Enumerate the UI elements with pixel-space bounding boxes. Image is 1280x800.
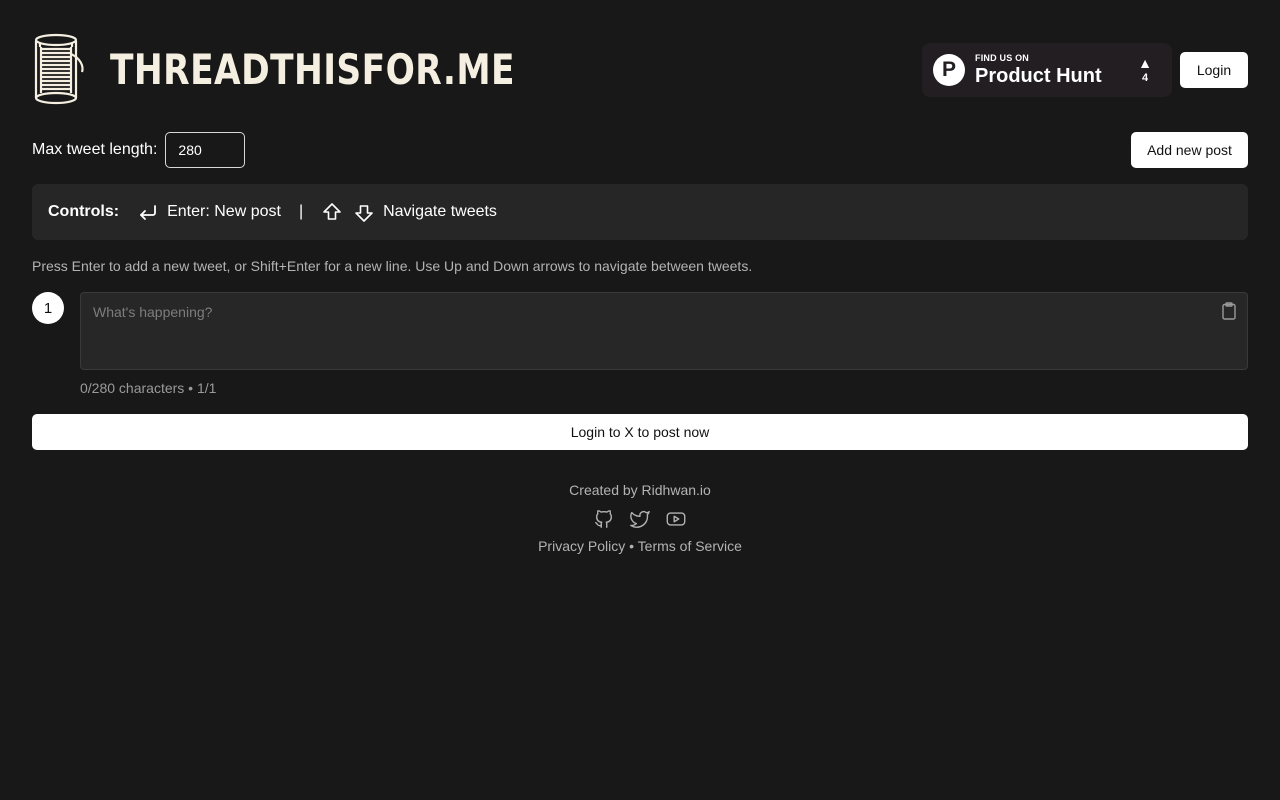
youtube-icon[interactable]: [665, 508, 687, 530]
arrow-down-icon: [353, 201, 375, 223]
enter-key-icon: [137, 201, 159, 223]
enter-shortcut-label: Enter: New post: [167, 203, 281, 220]
clipboard-icon[interactable]: [1219, 301, 1239, 321]
privacy-policy-link[interactable]: Privacy Policy: [538, 538, 625, 554]
product-hunt-text: FIND US ON Product Hunt: [975, 53, 1102, 87]
navigate-shortcut-label: Navigate tweets: [383, 203, 497, 220]
login-button[interactable]: Login: [1180, 52, 1248, 88]
legal-links: Privacy Policy • Terms of Service: [0, 538, 1280, 554]
tweet-editor: [80, 292, 1248, 370]
credit-link[interactable]: Created by Ridhwan.io: [0, 482, 1280, 498]
product-hunt-badge[interactable]: P FIND US ON Product Hunt ▲ 4: [922, 43, 1172, 97]
character-counter: 0/280 characters • 1/1: [80, 380, 217, 396]
controls-title: Controls:: [48, 203, 120, 220]
max-length-input[interactable]: [165, 132, 246, 168]
product-hunt-big-text: Product Hunt: [975, 65, 1102, 87]
social-links: [0, 508, 1280, 530]
help-text: Press Enter to add a new tweet, or Shift…: [32, 258, 753, 274]
upvote-count: 4: [1142, 72, 1149, 84]
site-title: THREADTHISFOR.ME: [110, 44, 515, 94]
github-icon[interactable]: [593, 508, 615, 530]
controls-panel: Controls: Enter: New post | Navigate twe…: [32, 184, 1248, 240]
legal-separator: •: [629, 538, 635, 554]
footer: Created by Ridhwan.io Privacy Policy • T…: [0, 482, 1280, 554]
product-hunt-small-text: FIND US ON: [975, 53, 1030, 63]
login-to-post-button[interactable]: Login to X to post now: [32, 414, 1248, 450]
product-hunt-icon: P: [933, 54, 965, 86]
twitter-icon[interactable]: [629, 508, 651, 530]
spool-icon: [34, 33, 84, 105]
tweet-number-badge: 1: [32, 292, 64, 324]
site-logo[interactable]: THREADTHISFOR.ME: [32, 32, 604, 106]
tweet-textarea[interactable]: [81, 293, 1247, 369]
arrow-up-icon: [321, 201, 343, 223]
header: THREADTHISFOR.ME P FIND US ON Product Hu…: [32, 32, 1248, 108]
max-length-label: Max tweet length:: [32, 141, 158, 158]
upvote-arrow-icon: ▲: [1138, 55, 1152, 71]
settings-row: Max tweet length: Add new post: [32, 132, 1248, 168]
product-hunt-votes: ▲ 4: [1138, 56, 1152, 84]
add-new-post-button[interactable]: Add new post: [1131, 132, 1248, 168]
controls-separator: |: [298, 203, 304, 220]
terms-of-service-link[interactable]: Terms of Service: [638, 538, 742, 554]
